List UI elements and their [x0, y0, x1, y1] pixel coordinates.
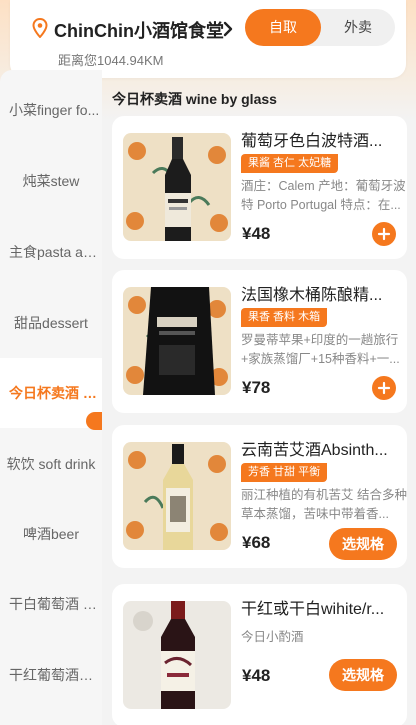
plus-icon [377, 381, 391, 395]
add-to-cart-button[interactable] [372, 222, 396, 246]
store-name[interactable]: ChinChin小酒馆食堂 [54, 17, 224, 43]
product-tags: 芳香 甘甜 平衡 [241, 463, 328, 482]
wine-bottle-icon[interactable] [123, 133, 231, 241]
sidebar-item-dry-red[interactable]: 干红葡萄酒Dr... [0, 640, 102, 710]
wine-bottle-icon[interactable] [123, 287, 231, 395]
product-name[interactable]: 云南苦艾酒Absinth... [241, 436, 401, 460]
chevron-right-icon[interactable] [222, 21, 234, 37]
wine-bottle-icon[interactable] [123, 601, 231, 709]
sidebar-item-dessert[interactable]: 甜品dessert [0, 288, 102, 358]
product-name[interactable]: 法国橡木桶陈酿精... [241, 281, 401, 305]
section-title: 今日杯卖酒 wine by glass [112, 91, 277, 107]
product-tags: 果酱 杏仁 太妃糖 [241, 154, 339, 173]
product-description: 酒庄：Calem 产地：葡萄牙波特 Porto Portugal 特点：在... [241, 179, 406, 212]
store-distance: 距离您1044.94KM [58, 53, 164, 68]
sidebar-item-pasta[interactable]: 主食pasta an... [0, 217, 102, 287]
select-spec-button[interactable]: 选规格 [329, 528, 397, 560]
product-price: ¥48 [242, 224, 271, 243]
delivery-mode-toggle: 自取 外卖 [245, 9, 395, 46]
product-card[interactable]: 葡萄牙色白波特酒... 果酱 杏仁 太妃糖 酒庄：Calem 产地：葡萄牙波特 … [112, 116, 407, 259]
select-spec-button[interactable]: 选规格 [329, 659, 397, 691]
product-price: ¥48 [242, 666, 271, 685]
sidebar-item-soft-drink[interactable]: 软饮 soft drink [0, 429, 102, 499]
active-category-indicator [86, 412, 102, 430]
wine-bottle-icon[interactable] [123, 442, 231, 550]
plus-icon [377, 227, 391, 241]
product-tags: 果香 香料 木箱 [241, 308, 328, 327]
product-name[interactable]: 干红或干白wihite/r... [241, 595, 401, 619]
product-name[interactable]: 葡萄牙色白波特酒... [241, 127, 401, 151]
store-header: ChinChin小酒馆食堂 距离您1044.94KM 自取 外卖 [10, 0, 406, 78]
sidebar-item-beer[interactable]: 啤酒beer [0, 499, 102, 569]
mode-pickup-tab[interactable]: 自取 [245, 9, 321, 46]
product-card[interactable]: 法国橡木桶陈酿精... 果香 香料 木箱 罗曼蒂苹果+印度的一趟旅行+家族蒸馏厂… [112, 270, 407, 413]
product-card[interactable]: 云南苦艾酒Absinth... 芳香 甘甜 平衡 丽江种植的有机苦艾 结合多种草… [112, 425, 407, 568]
mode-delivery-tab[interactable]: 外卖 [321, 9, 395, 46]
sidebar-item-dry-white[interactable]: 干白葡萄酒 D... [0, 569, 102, 639]
product-description: 罗曼蒂苹果+印度的一趟旅行+家族蒸馏厂+15种香料+一... [241, 333, 400, 366]
sidebar-item-finger-food[interactable]: 小菜finger fo... [0, 75, 102, 145]
sidebar-item-stew[interactable]: 炖菜stew [0, 146, 102, 216]
product-price: ¥68 [242, 533, 271, 552]
product-price: ¥78 [242, 378, 271, 397]
location-pin-icon [32, 18, 48, 38]
add-to-cart-button[interactable] [372, 376, 396, 400]
product-card[interactable]: 干红或干白wihite/r... 今日小酌酒 ¥48 选规格 [112, 584, 407, 725]
product-description: 丽江种植的有机苦艾 结合多种草本蒸馏，苦味中带着香... [241, 488, 407, 521]
